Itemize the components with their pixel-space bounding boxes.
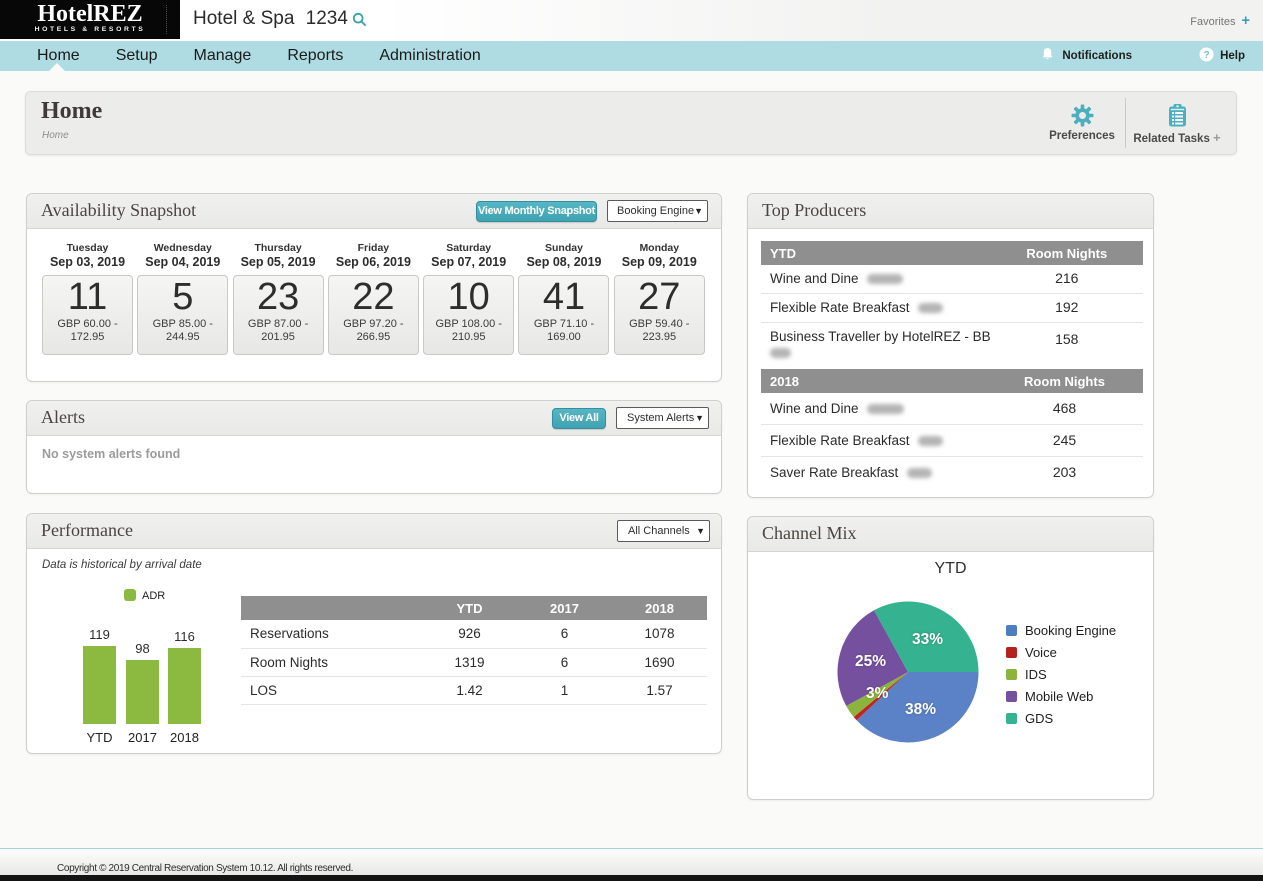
svg-text:?: ? bbox=[1204, 50, 1210, 61]
